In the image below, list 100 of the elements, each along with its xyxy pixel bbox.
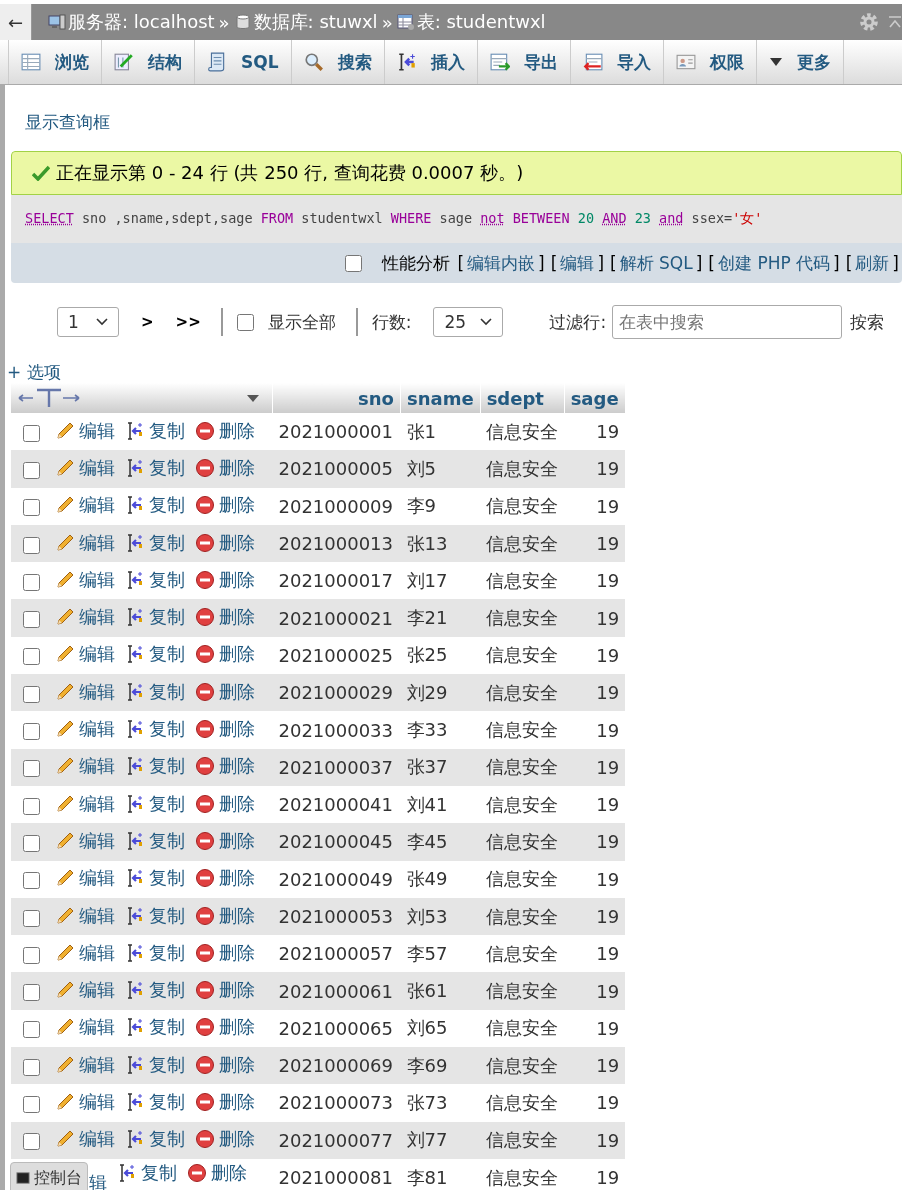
copy-link[interactable]: 复制 [149, 791, 186, 816]
copy-link[interactable]: 复制 [149, 1090, 186, 1114]
resize-arrows-icon[interactable] [17, 388, 81, 408]
tab[interactable]: 权限 [663, 40, 757, 84]
row-checkbox[interactable] [23, 872, 40, 890]
row-checkbox[interactable] [23, 536, 40, 554]
row-checkbox[interactable] [23, 909, 40, 927]
query-link[interactable]: 编辑 [560, 251, 595, 275]
page-dropdown[interactable]: 1 [57, 307, 119, 337]
column-header[interactable]: sname [400, 383, 481, 413]
copy-link[interactable]: 复制 [149, 978, 186, 1003]
row-checkbox[interactable] [23, 685, 40, 703]
edit-link[interactable]: 编辑 [79, 418, 116, 443]
query-link[interactable]: 刷新 [855, 251, 890, 275]
tab[interactable]: SQL [195, 40, 292, 84]
tab[interactable]: 搜索 [291, 40, 385, 84]
show-all-checkbox[interactable] [236, 313, 254, 331]
profiling-checkbox[interactable] [345, 254, 363, 272]
copy-link[interactable]: 复制 [149, 828, 186, 853]
edit-link[interactable]: 编辑 [79, 1015, 116, 1040]
column-header[interactable]: sdept [480, 383, 565, 413]
copy-link[interactable]: 复制 [149, 493, 186, 518]
rows-dropdown[interactable]: 25 [433, 307, 504, 337]
edit-link[interactable]: 编辑 [79, 828, 116, 853]
tab[interactable]: 插入 [384, 40, 478, 84]
show-query-box-link[interactable]: 显示查询框 [11, 85, 902, 151]
query-link[interactable]: 解析 SQL [619, 251, 693, 275]
delete-link[interactable]: 删除 [219, 1015, 256, 1040]
copy-link[interactable]: 复制 [149, 866, 186, 891]
row-checkbox[interactable] [23, 424, 40, 442]
delete-link[interactable]: 删除 [219, 1127, 256, 1152]
edit-link[interactable]: 编辑 [79, 1127, 116, 1152]
delete-link[interactable]: 删除 [219, 455, 256, 480]
delete-link[interactable]: 删除 [219, 530, 256, 555]
delete-link[interactable]: 删除 [219, 828, 256, 853]
edit-link[interactable]: 编辑 [79, 455, 116, 480]
delete-link[interactable]: 删除 [219, 642, 256, 667]
breadcrumb-link[interactable]: 表: studentwxl [416, 10, 546, 34]
edit-link[interactable]: 编辑 [79, 866, 116, 891]
delete-link[interactable]: 删除 [219, 1052, 256, 1077]
copy-link[interactable]: 复制 [149, 717, 186, 741]
copy-link[interactable]: 复制 [149, 642, 186, 667]
query-link[interactable]: 编辑内嵌 [467, 251, 536, 275]
row-checkbox[interactable] [23, 499, 40, 517]
delete-link[interactable]: 删除 [219, 754, 256, 779]
breadcrumb-link[interactable]: 服务器: localhost [68, 10, 215, 34]
edit-link[interactable]: 编辑 [79, 791, 116, 816]
delete-link[interactable]: 删除 [219, 940, 256, 965]
row-checkbox[interactable] [23, 461, 40, 479]
delete-link[interactable]: 删除 [219, 1090, 256, 1114]
copy-link[interactable]: 复制 [149, 1127, 186, 1152]
edit-link[interactable]: 编辑 [79, 754, 116, 779]
copy-link[interactable]: 复制 [149, 1052, 186, 1077]
row-checkbox[interactable] [23, 611, 40, 629]
row-checkbox[interactable] [23, 1133, 40, 1151]
row-checkbox[interactable] [23, 797, 40, 815]
delete-link[interactable]: 删除 [219, 679, 256, 704]
edit-link[interactable]: 编辑 [79, 679, 116, 704]
column-header[interactable]: sage [564, 383, 626, 413]
row-checkbox[interactable] [23, 760, 40, 778]
row-checkbox[interactable] [23, 648, 40, 666]
last-page-button[interactable]: >> [175, 313, 201, 331]
edit-link[interactable]: 编辑 [79, 978, 116, 1003]
delete-link[interactable]: 删除 [219, 418, 256, 443]
edit-link[interactable]: 编辑 [79, 493, 116, 518]
copy-link[interactable]: 复制 [149, 754, 186, 779]
back-button[interactable]: ← [0, 4, 32, 40]
row-checkbox[interactable] [23, 573, 40, 591]
edit-link[interactable]: 编辑 [79, 717, 116, 741]
copy-link[interactable]: 复制 [149, 679, 186, 704]
row-checkbox[interactable] [23, 984, 40, 1002]
copy-link[interactable]: 复制 [149, 605, 186, 630]
breadcrumb-link[interactable]: 数据库: stuwxl [253, 10, 378, 34]
delete-link[interactable]: 删除 [219, 791, 256, 816]
copy-link[interactable]: 复制 [149, 530, 186, 555]
delete-link[interactable]: 删除 [219, 978, 256, 1003]
delete-link[interactable]: 删除 [219, 866, 256, 891]
row-checkbox[interactable] [23, 834, 40, 852]
tab[interactable]: 导出 [477, 40, 571, 84]
delete-link[interactable]: 删除 [219, 493, 256, 518]
copy-link[interactable]: 复制 [149, 567, 186, 592]
filter-field[interactable]: 在表中搜索 [612, 305, 843, 339]
tab[interactable]: 浏览 [8, 40, 102, 84]
delete-link[interactable]: 删除 [219, 717, 256, 741]
edit-link[interactable]: 编辑 [79, 642, 116, 667]
tab[interactable]: 结构 [102, 40, 195, 84]
edit-link[interactable]: 编辑 [79, 567, 116, 592]
row-checkbox[interactable] [23, 1058, 40, 1076]
edit-link[interactable]: 编辑 [79, 605, 116, 630]
column-header[interactable]: sno [272, 383, 401, 413]
delete-link[interactable]: 删除 [211, 1160, 248, 1185]
sort-icon[interactable] [246, 393, 260, 403]
delete-link[interactable]: 删除 [219, 605, 256, 630]
options-link[interactable]: + 选项 [7, 361, 902, 383]
copy-link[interactable]: 复制 [149, 1015, 186, 1040]
console-tab[interactable]: 控制台 [10, 1162, 88, 1190]
edit-link[interactable]: 编辑 [79, 530, 116, 555]
copy-link[interactable]: 复制 [149, 455, 186, 480]
row-checkbox[interactable] [23, 1021, 40, 1039]
delete-link[interactable]: 删除 [219, 567, 256, 592]
